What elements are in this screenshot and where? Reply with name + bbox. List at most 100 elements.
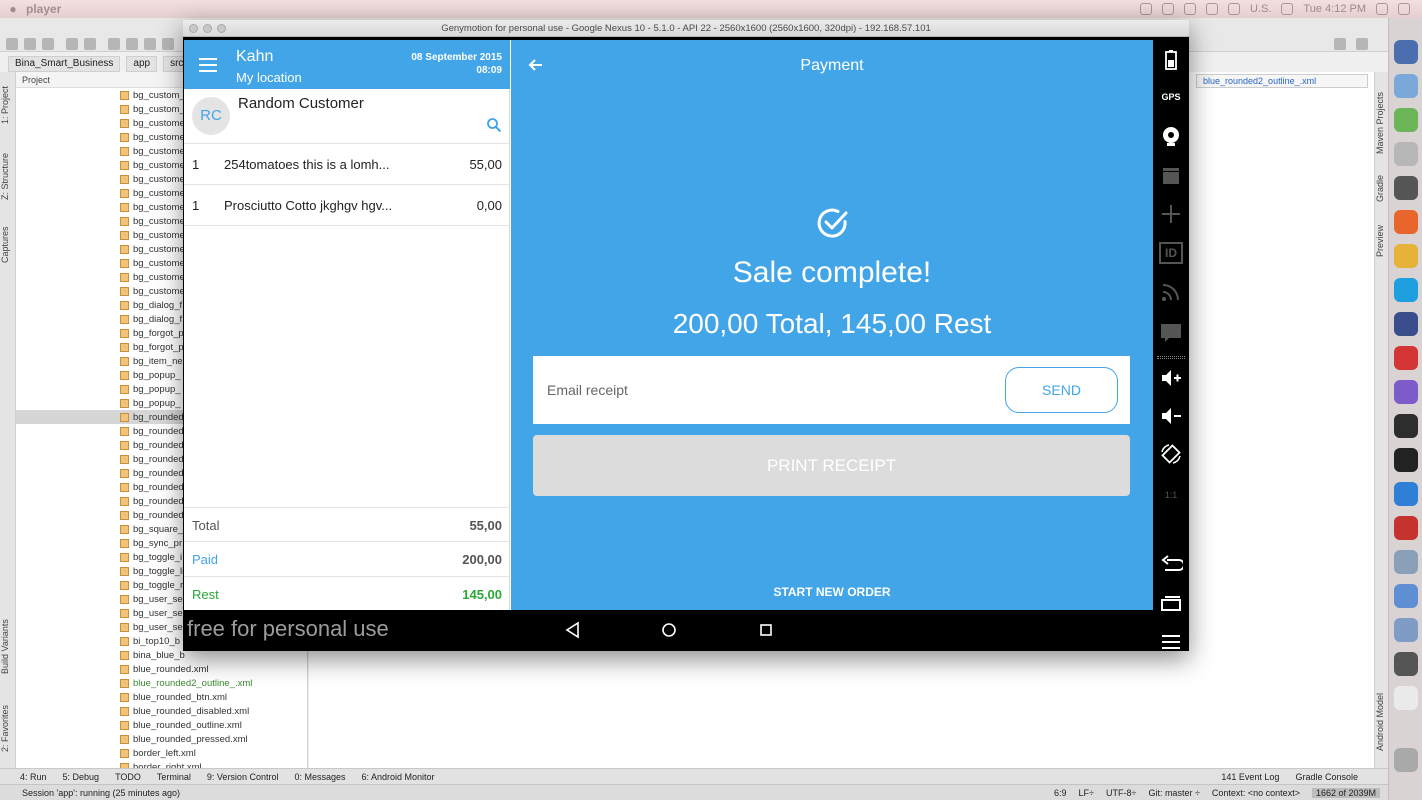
status-line-ending[interactable]: LF÷ (1079, 788, 1094, 798)
file-tree-item[interactable]: blue_rounded2_outline_.xml (16, 676, 307, 690)
dock-terminal-icon[interactable] (1394, 448, 1418, 472)
find-icon[interactable] (162, 38, 174, 50)
file-tree-item[interactable]: blue_rounded.xml (16, 662, 307, 676)
dock-screenshot-icon[interactable] (1394, 652, 1418, 676)
tool-tab-gradle-console[interactable]: Gradle Console (1295, 772, 1358, 782)
rotate-screen-icon[interactable] (1159, 442, 1183, 466)
tool-tab-favorites[interactable]: 2: Favorites (0, 698, 16, 758)
cloud-icon[interactable] (1162, 3, 1175, 15)
close-window-button[interactable] (189, 24, 198, 33)
tool-tab-android-monitor[interactable]: 6: Android Monitor (362, 772, 435, 782)
dock-document-icon[interactable] (1394, 686, 1418, 710)
notification-center-icon[interactable] (1398, 3, 1410, 15)
tool-tab-messages[interactable]: 0: Messages (294, 772, 345, 782)
dock-genymotion-icon[interactable] (1394, 516, 1418, 540)
android-menu-icon[interactable] (1159, 630, 1183, 654)
dock-skype-icon[interactable] (1394, 278, 1418, 302)
save-icon[interactable] (24, 38, 36, 50)
menu-clock[interactable]: Tue 4:12 PM (1303, 3, 1366, 15)
tool-tab-todo[interactable]: TODO (115, 772, 141, 782)
file-tree-item[interactable]: blue_rounded_outline.xml (16, 718, 307, 732)
email-receipt-input[interactable] (547, 376, 987, 404)
gps-widget-icon[interactable]: GPS (1153, 92, 1189, 102)
spotlight-icon[interactable] (1376, 3, 1388, 15)
tool-tab-terminal[interactable]: Terminal (157, 772, 191, 782)
paste-icon[interactable] (144, 38, 156, 50)
memory-indicator[interactable]: 1662 of 2039M (1311, 787, 1380, 798)
tool-tab-gradle[interactable]: Gradle (1375, 168, 1389, 208)
editor-tab[interactable]: blue_rounded2_outline_.xml (1196, 74, 1368, 88)
status-caret[interactable]: 6:9 (1054, 788, 1067, 798)
file-tree-item[interactable]: blue_rounded_btn.xml (16, 690, 307, 704)
dock-player-icon[interactable] (1394, 346, 1418, 370)
pixel-perfect-icon[interactable]: 1:1 (1153, 490, 1189, 500)
status-context[interactable]: Context: <no context> (1212, 788, 1300, 798)
dropbox-icon[interactable] (1140, 3, 1153, 15)
network-widget-icon[interactable] (1159, 280, 1183, 304)
copy-icon[interactable] (126, 38, 138, 50)
dock-teamviewer-icon[interactable] (1394, 482, 1418, 506)
android-back-icon[interactable] (1159, 552, 1183, 576)
menu-icon[interactable] (199, 58, 217, 72)
tool-tab-android-model[interactable]: Android Model (1375, 682, 1389, 762)
search-icon[interactable] (486, 117, 502, 133)
dock-android-studio-icon[interactable] (1394, 108, 1418, 132)
input-locale[interactable]: U.S. (1250, 3, 1271, 15)
start-new-order-button[interactable]: START NEW ORDER (511, 585, 1153, 599)
dock-activity-monitor-icon[interactable] (1394, 414, 1418, 438)
store-location[interactable]: My location (236, 70, 302, 85)
sms-widget-icon[interactable] (1159, 320, 1183, 344)
status-git-branch[interactable]: Git: master ÷ (1148, 788, 1199, 798)
nav-back-icon[interactable] (563, 620, 583, 640)
dock-xcode-icon[interactable] (1394, 312, 1418, 336)
file-tree-item[interactable]: blue_rounded_disabled.xml (16, 704, 307, 718)
identifiers-widget-icon[interactable]: ID (1159, 242, 1183, 264)
customer-row[interactable]: RC Random Customer (184, 89, 510, 144)
battery-icon[interactable] (1281, 3, 1294, 15)
dock-downloads-icon[interactable] (1394, 618, 1418, 642)
dock-finder-icon[interactable] (1394, 40, 1418, 64)
send-button[interactable]: SEND (1005, 367, 1118, 413)
order-line[interactable]: 1 Prosciutto Cotto jkghgv hgv... 0,00 (184, 185, 510, 226)
tool-tab-debug[interactable]: 5: Debug (63, 772, 100, 782)
sync-icon[interactable] (42, 38, 54, 50)
breadcrumb-app[interactable]: app (126, 56, 158, 72)
tool-tab-run[interactable]: 4: Run (20, 772, 47, 782)
dock-safari-icon[interactable] (1394, 74, 1418, 98)
nav-recents-icon[interactable] (756, 620, 776, 640)
remote-control-widget-icon[interactable] (1159, 202, 1183, 226)
zoom-window-button[interactable] (217, 24, 226, 33)
dock-settings-icon[interactable] (1394, 142, 1418, 166)
file-tree-item[interactable]: border_left.xml (16, 746, 307, 760)
dock-viber-icon[interactable] (1394, 380, 1418, 404)
screencast-widget-icon[interactable] (1159, 164, 1183, 188)
android-recent-apps-icon[interactable] (1159, 592, 1183, 616)
menu-app-name[interactable]: player (26, 2, 61, 16)
dock-camera-icon[interactable] (1394, 176, 1418, 200)
dock-trash-icon[interactable] (1394, 748, 1418, 772)
wifi-icon[interactable] (1206, 3, 1219, 15)
tool-tab-build-variants[interactable]: Build Variants (0, 612, 16, 682)
undo-icon[interactable] (66, 38, 78, 50)
tool-tab-version-control[interactable]: 9: Version Control (207, 772, 279, 782)
tool-tab-structure[interactable]: Z: Structure (0, 144, 16, 208)
volume-icon[interactable] (1228, 3, 1241, 15)
battery-widget-icon[interactable] (1159, 48, 1183, 72)
dock-folder-icon[interactable] (1394, 584, 1418, 608)
file-tree-item[interactable]: border_right.xml (16, 760, 307, 768)
tool-tab-event-log[interactable]: 141 Event Log (1221, 772, 1279, 782)
file-tree-item[interactable]: blue_rounded_pressed.xml (16, 732, 307, 746)
print-receipt-button[interactable]: PRINT RECEIPT (533, 435, 1130, 496)
tool-tab-project[interactable]: 1: Project (0, 80, 16, 130)
emulator-title-bar[interactable]: Genymotion for personal use - Google Nex… (183, 20, 1189, 37)
dock-chrome-icon[interactable] (1394, 244, 1418, 268)
tool-tab-maven[interactable]: Maven Projects (1375, 88, 1389, 158)
order-line[interactable]: 1 254tomatoes this is a lomh... 55,00 (184, 144, 510, 185)
volume-up-icon[interactable] (1159, 366, 1183, 390)
bluetooth-icon[interactable] (1184, 3, 1197, 15)
tool-tab-preview[interactable]: Preview (1375, 218, 1389, 264)
minimize-window-button[interactable] (203, 24, 212, 33)
redo-icon[interactable] (84, 38, 96, 50)
webcam-widget-icon[interactable] (1159, 124, 1183, 148)
tool-tab-captures[interactable]: Captures (0, 220, 16, 270)
